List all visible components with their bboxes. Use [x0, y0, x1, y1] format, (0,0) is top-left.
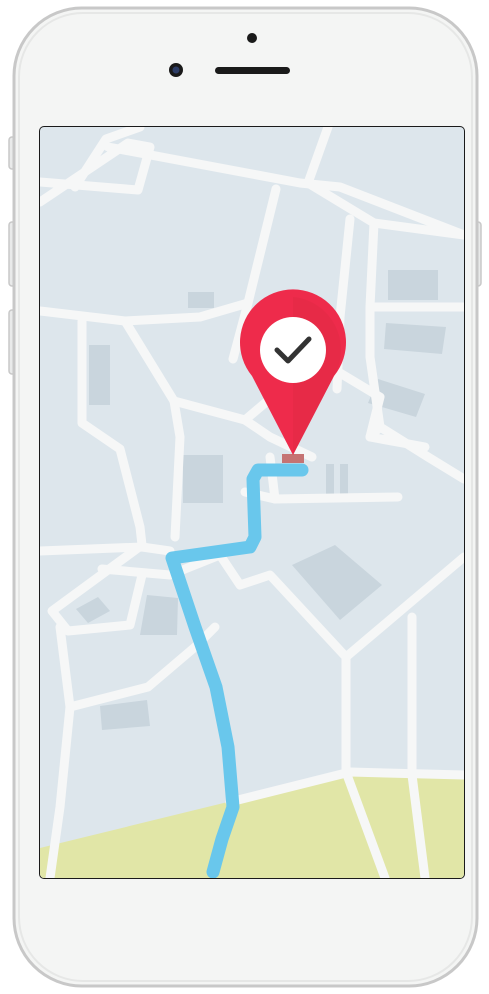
marker-base: [282, 454, 304, 463]
marker-inner-circle: [260, 317, 326, 383]
earpiece-speaker: [215, 67, 290, 74]
proximity-sensor: [247, 33, 257, 43]
map-view[interactable]: [40, 127, 464, 878]
map-screen[interactable]: [40, 127, 464, 878]
